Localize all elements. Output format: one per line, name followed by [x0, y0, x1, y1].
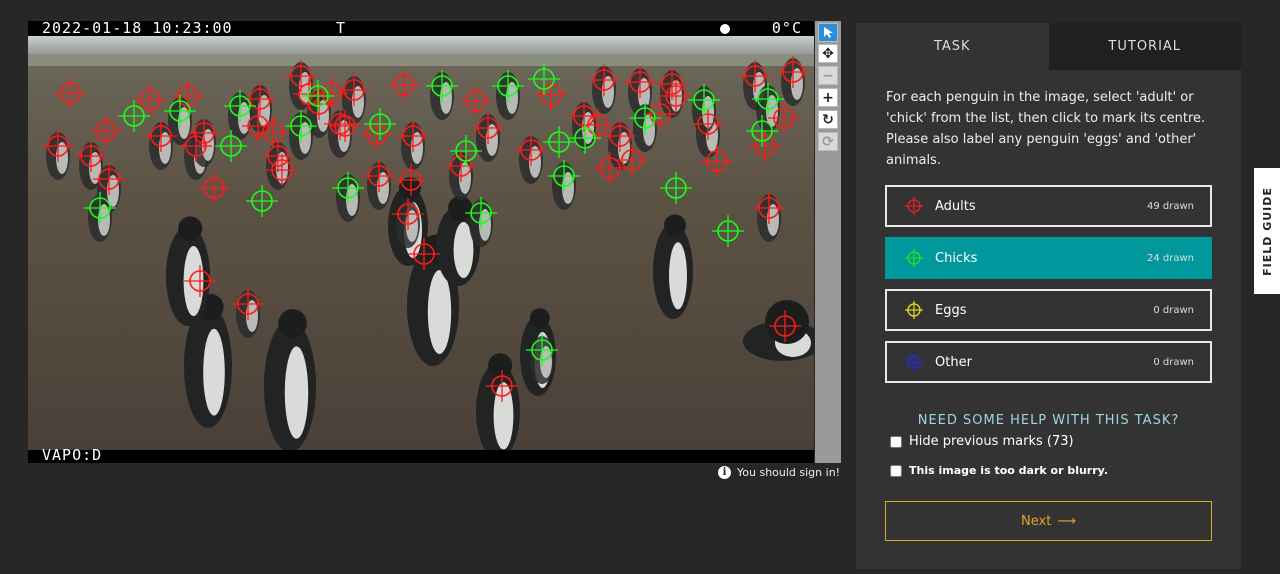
task-panel: TASK TUTORIAL For each penguin in the im… — [856, 23, 1241, 569]
too-dark-label: This image is too dark or blurry. — [909, 464, 1108, 477]
pointer-icon[interactable] — [818, 23, 838, 42]
field-guide-label: FIELD GUIDE — [1260, 186, 1274, 276]
choice-other[interactable]: Other 0 drawn — [885, 341, 1212, 383]
choice-eggs[interactable]: Eggs 0 drawn — [885, 289, 1212, 331]
penguin-colony-photo[interactable] — [28, 36, 814, 450]
crosshair-green-icon — [905, 249, 923, 267]
zoom-out-icon[interactable]: − — [818, 66, 838, 85]
tab-task[interactable]: TASK — [856, 23, 1049, 70]
hide-marks-label: Hide previous marks (73) — [909, 434, 1074, 449]
choice-adults[interactable]: Adults 49 drawn — [885, 185, 1212, 227]
sign-in-notice[interactable]: i You should sign in! — [718, 466, 840, 479]
task-tabs: TASK TUTORIAL — [856, 23, 1241, 70]
move-icon[interactable]: ✥ — [818, 44, 838, 63]
reset-icon[interactable]: ⟳ — [818, 132, 838, 151]
hide-marks-row[interactable]: Hide previous marks (73) — [890, 434, 1074, 449]
zoom-in-icon[interactable]: + — [818, 88, 838, 107]
help-link[interactable]: NEED SOME HELP WITH THIS TASK? — [856, 413, 1241, 428]
moon-phase-icon — [720, 24, 730, 34]
hide-marks-checkbox[interactable] — [890, 435, 902, 448]
choice-chicks[interactable]: Chicks 24 drawn — [885, 237, 1212, 279]
tab-tutorial[interactable]: TUTORIAL — [1048, 23, 1241, 70]
crosshair-yellow-icon — [905, 301, 923, 319]
sign-in-text[interactable]: You should sign in! — [737, 466, 840, 479]
choice-label: Adults — [935, 198, 976, 214]
camera-temperature: 0°C — [771, 21, 802, 37]
choice-label: Eggs — [935, 302, 967, 318]
next-label: Next — [1021, 513, 1052, 529]
choice-label: Chicks — [935, 250, 978, 266]
camera-image-frame[interactable]: 2022-01-18 10:23:00 T 0°C VAPO:D — [28, 21, 814, 463]
crosshair-blue-icon — [905, 353, 923, 371]
choice-count: 0 drawn — [1153, 304, 1194, 316]
camera-timestamp: 2022-01-18 10:23:00 — [42, 21, 233, 37]
choice-count: 0 drawn — [1153, 356, 1194, 368]
image-toolbar: ✥ − + ↻ ⟳ — [815, 21, 841, 463]
choice-count: 24 drawn — [1146, 252, 1194, 264]
choice-label: Other — [935, 354, 972, 370]
field-guide-button[interactable]: FIELD GUIDE — [1254, 168, 1280, 294]
choice-count: 49 drawn — [1146, 200, 1194, 212]
rotate-icon[interactable]: ↻ — [818, 110, 838, 129]
crosshair-red-icon — [905, 197, 923, 215]
camera-id: VAPO:D — [42, 446, 103, 463]
next-button[interactable]: Next ⟶ — [885, 501, 1212, 541]
too-dark-row[interactable]: This image is too dark or blurry. — [890, 464, 1108, 477]
too-dark-checkbox[interactable] — [890, 464, 902, 477]
camera-flag: T — [336, 21, 347, 37]
arrow-right-icon: ⟶ — [1057, 513, 1076, 529]
info-icon: i — [718, 466, 731, 479]
task-instructions: For each penguin in the image, select 'a… — [886, 90, 1206, 168]
